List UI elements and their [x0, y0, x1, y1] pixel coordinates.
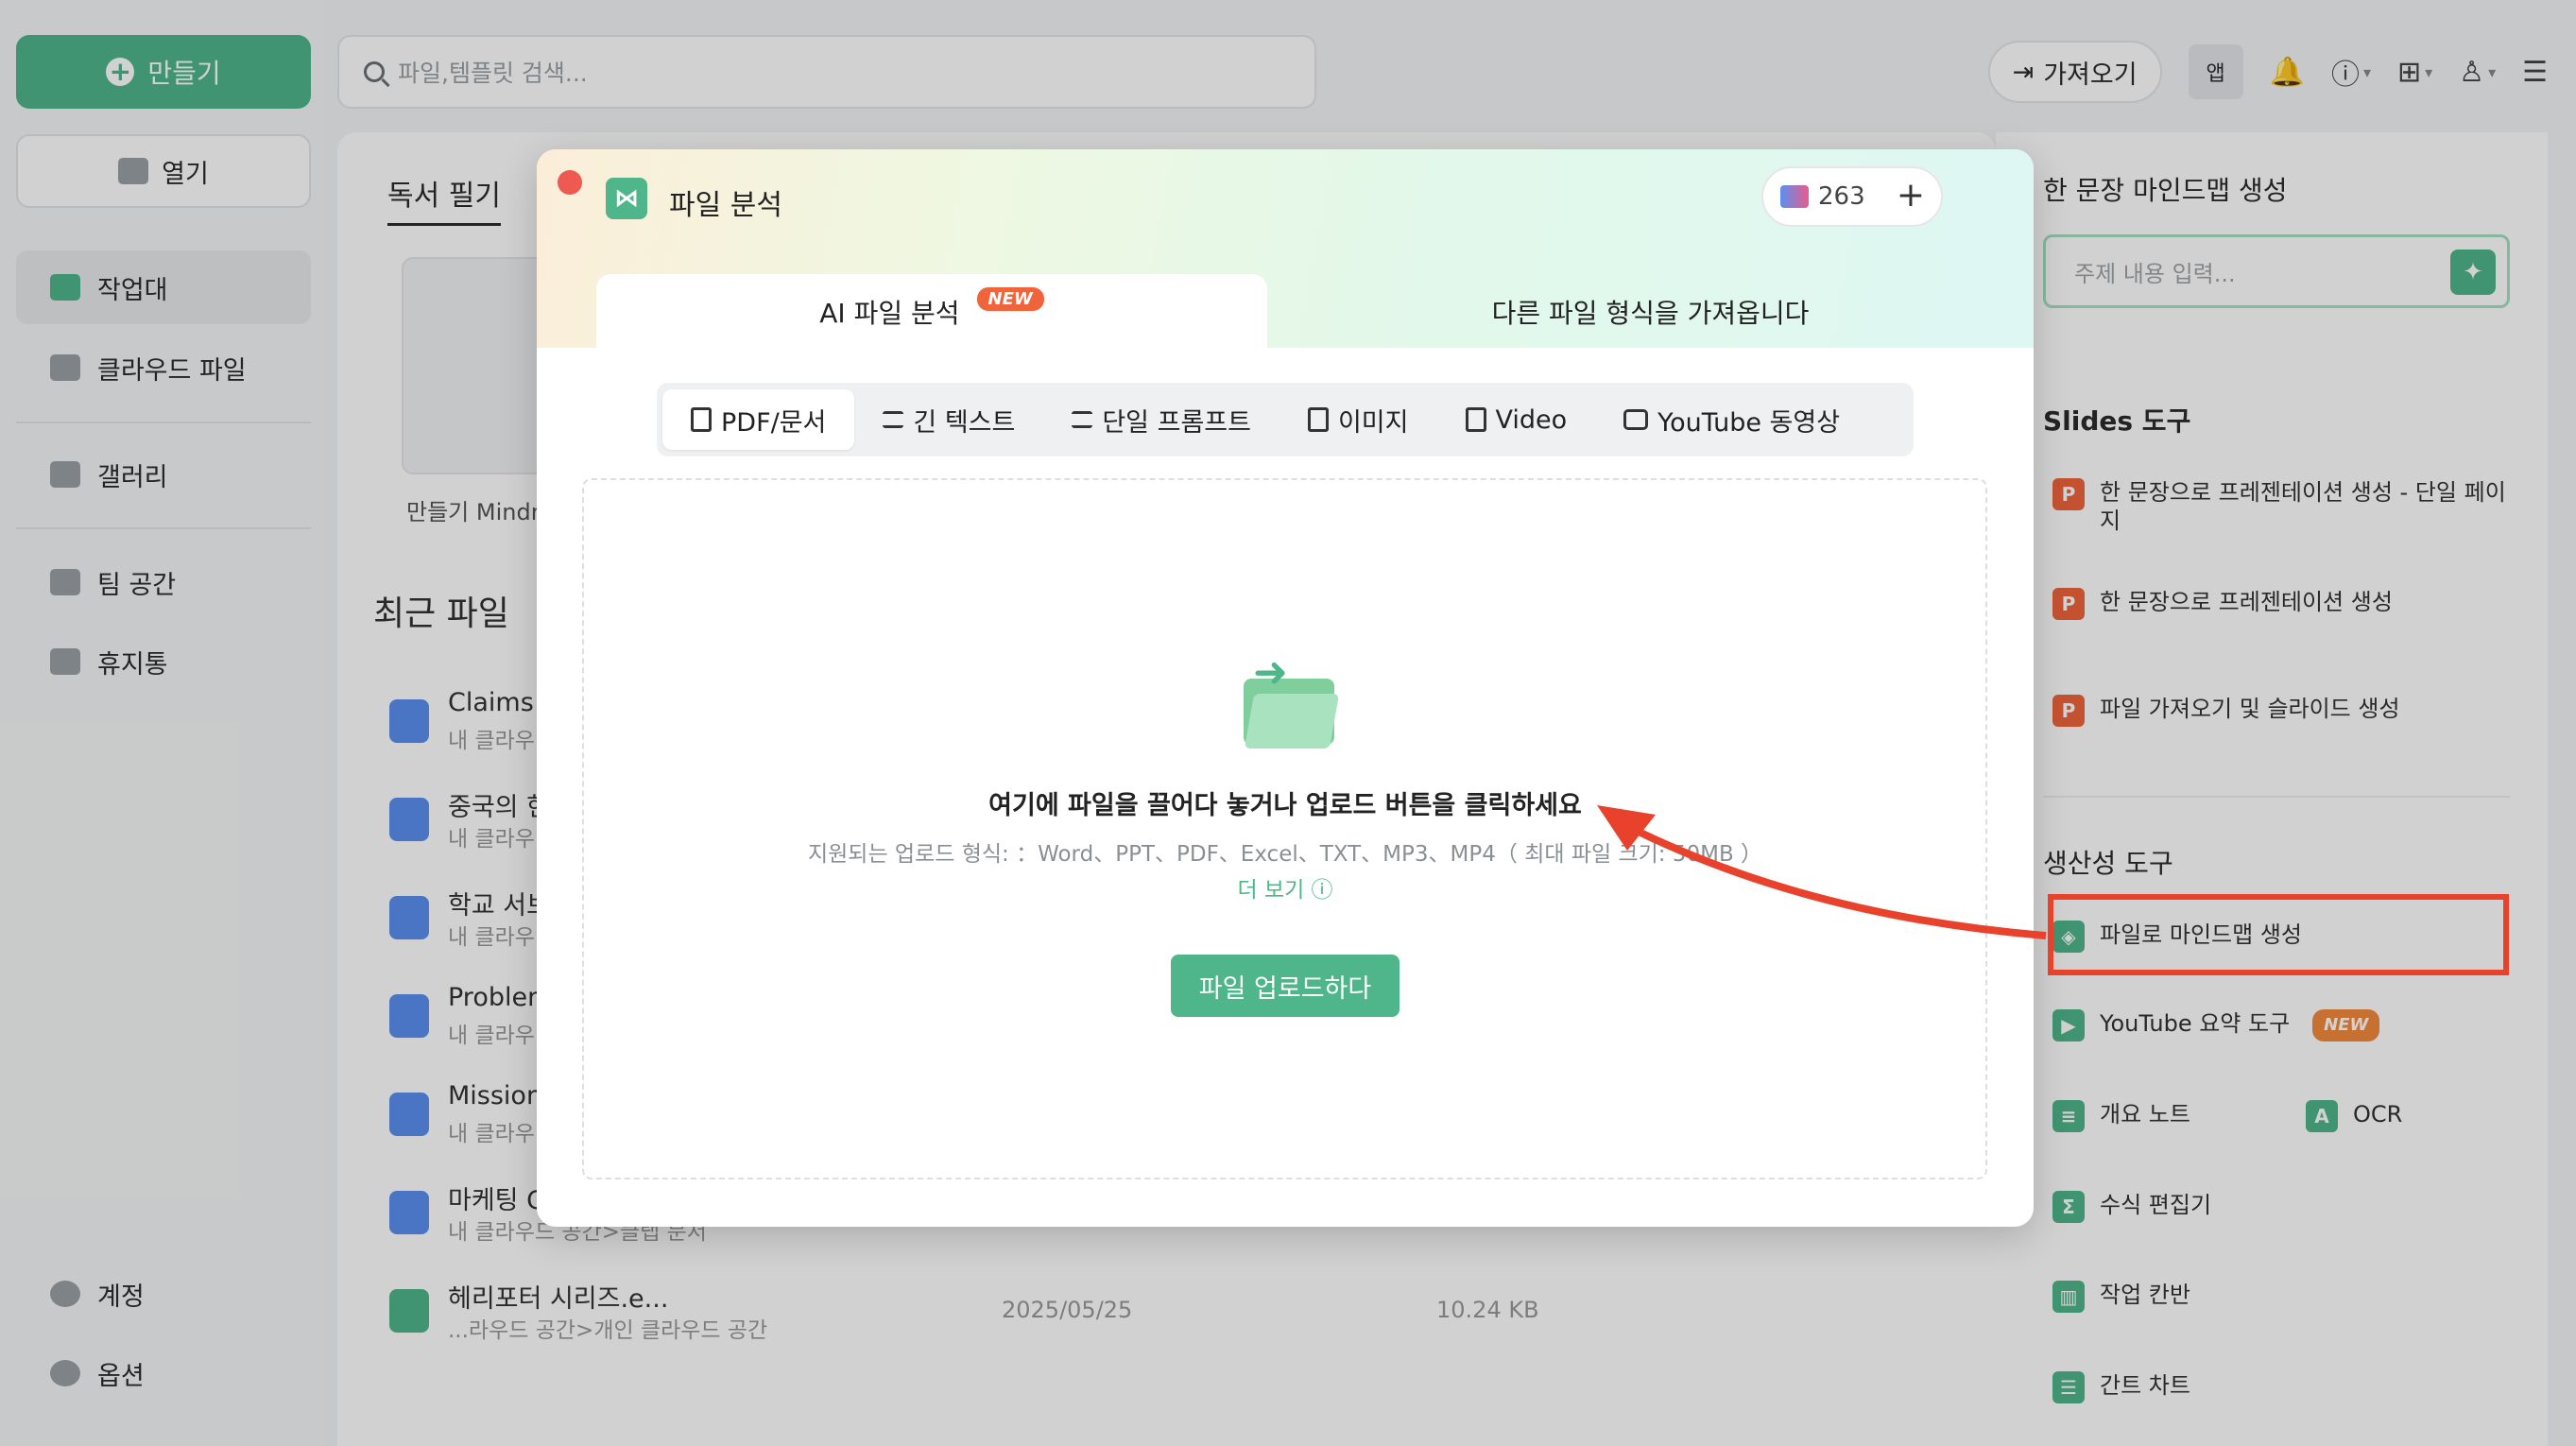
file-drop-zone[interactable]	[582, 478, 1987, 1179]
image-icon	[1307, 407, 1329, 432]
subtab-label: YouTube 동영상	[1657, 407, 1841, 438]
credits-count: 263	[1818, 182, 1865, 211]
subtab-long-text[interactable]: 긴 텍스트	[854, 389, 1043, 450]
credits-icon	[1780, 185, 1809, 208]
tab-ai-file-analysis[interactable]: AI 파일 분석 NEW	[596, 274, 1267, 350]
subtab-label: Video	[1495, 405, 1568, 435]
credits-badge: 263 +	[1761, 166, 1943, 227]
text-lines-icon	[883, 411, 904, 428]
subtab-image[interactable]: 이미지	[1279, 389, 1437, 450]
subtab-youtube-video[interactable]: YouTube 동영상	[1595, 389, 1868, 450]
upload-file-button[interactable]: 파일 업로드하다	[1171, 955, 1400, 1017]
tab-label: AI 파일 분석	[819, 298, 960, 329]
subtab-label: 이미지	[1337, 407, 1409, 438]
annotation-highlight-box	[2048, 894, 2509, 975]
youtube-icon	[1623, 409, 1649, 430]
prompt-icon	[1072, 411, 1093, 428]
add-credits-icon[interactable]: +	[1890, 176, 1932, 217]
tab-import-other-formats[interactable]: 다른 파일 형식을 가져옵니다	[1267, 274, 2034, 350]
new-badge: NEW	[976, 286, 1044, 311]
subtab-label: PDF/문서	[721, 407, 827, 438]
folder-upload-icon: ➜	[1236, 648, 1340, 752]
subtab-pdf-document[interactable]: PDF/문서	[662, 389, 855, 450]
close-icon[interactable]	[558, 170, 582, 195]
document-icon	[691, 407, 712, 432]
subtab-video[interactable]: Video	[1437, 389, 1596, 450]
source-type-tabs: PDF/문서 긴 텍스트 단일 프롬프트 이미지 Video YouTube 동…	[657, 383, 1914, 456]
subtab-single-prompt[interactable]: 단일 프롬프트	[1043, 389, 1279, 450]
upload-label: 파일 업로드하다	[1198, 973, 1372, 1004]
arrow-icon: ➜	[1253, 648, 1288, 697]
subtab-label: 단일 프롬프트	[1102, 407, 1251, 438]
app-logo-icon: ⋈	[606, 178, 647, 219]
modal-title: 파일 분석	[669, 189, 782, 222]
folder-front-shape	[1244, 694, 1340, 749]
subtab-label: 긴 텍스트	[913, 407, 1016, 438]
video-icon	[1465, 407, 1486, 432]
tab-label: 다른 파일 형식을 가져옵니다	[1491, 298, 1810, 329]
